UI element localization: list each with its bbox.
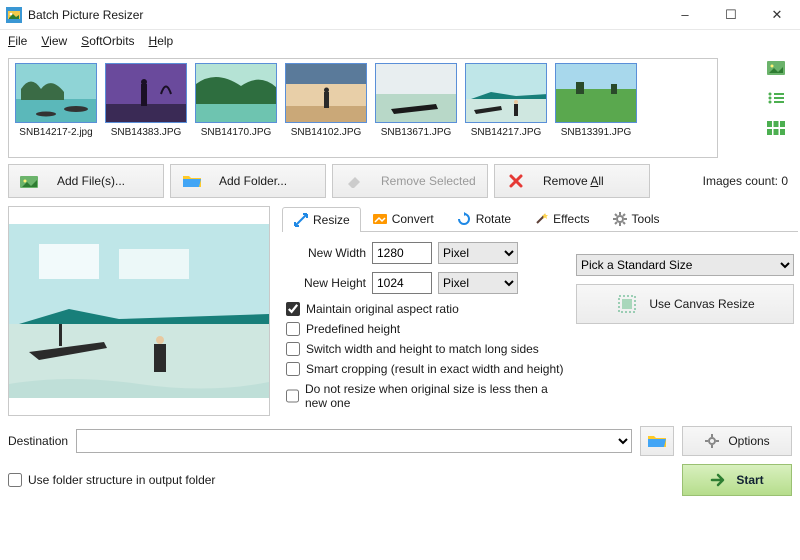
thumbnail-caption: SNB13671.JPG — [381, 127, 452, 138]
thumbnail[interactable]: SNB14102.JPG — [283, 63, 369, 153]
maintain-ratio-label: Maintain original aspect ratio — [306, 302, 459, 316]
use-folder-structure-label: Use folder structure in output folder — [28, 473, 215, 487]
thumbnail-caption: SNB14217.JPG — [471, 127, 542, 138]
tab-rotate[interactable]: Rotate — [445, 206, 522, 231]
window-controls: – ☐ ✕ — [662, 0, 800, 30]
canvas-resize-label: Use Canvas Resize — [649, 297, 754, 311]
view-thumbnails-icon[interactable] — [766, 58, 786, 78]
menu-softorbits[interactable]: SoftOrbits — [81, 34, 134, 48]
minimize-button[interactable]: – — [662, 0, 708, 30]
options-label: Options — [728, 434, 769, 448]
add-files-icon — [13, 173, 47, 189]
convert-icon — [372, 211, 388, 227]
new-width-input[interactable] — [372, 242, 432, 264]
wand-icon — [533, 211, 549, 227]
arrow-right-icon — [710, 472, 726, 488]
switch-wh-label: Switch width and height to match long si… — [306, 342, 539, 356]
height-unit-select[interactable]: Pixel — [438, 272, 518, 294]
thumbnail[interactable]: SNB14217.JPG — [463, 63, 549, 153]
app-icon — [6, 7, 22, 23]
tab-convert-label: Convert — [392, 212, 434, 226]
thumbnail[interactable]: SNB14217-2.jpg — [13, 63, 99, 153]
remove-selected-label: Remove Selected — [381, 174, 476, 188]
width-unit-select[interactable]: Pixel — [438, 242, 518, 264]
new-height-label: New Height — [286, 276, 366, 290]
start-label: Start — [736, 473, 763, 487]
gear-icon — [612, 211, 628, 227]
new-height-input[interactable] — [372, 272, 432, 294]
switch-wh-checkbox[interactable] — [286, 342, 300, 356]
no-resize-smaller-checkbox[interactable] — [286, 389, 299, 403]
tab-effects[interactable]: Effects — [522, 206, 600, 231]
window-title: Batch Picture Resizer — [28, 8, 662, 22]
destination-select[interactable] — [76, 429, 632, 453]
new-width-label: New Width — [286, 246, 366, 260]
toolbar: Add File(s)... Add Folder... Remove Sele… — [8, 164, 792, 198]
footer-row: Use folder structure in output folder St… — [8, 464, 792, 496]
main-area: Resize Convert Rotate Effects Tools — [8, 206, 792, 416]
images-count-label: Images count: 0 — [703, 174, 792, 188]
add-files-label: Add File(s)... — [57, 174, 125, 188]
remove-selected-button[interactable]: Remove Selected — [332, 164, 488, 198]
rotate-icon — [456, 211, 472, 227]
view-grid-icon[interactable] — [766, 118, 786, 138]
thumbnail-caption: SNB13391.JPG — [561, 127, 632, 138]
menu-help[interactable]: Help — [149, 34, 174, 48]
browse-destination-button[interactable] — [640, 426, 674, 456]
use-folder-structure-checkbox[interactable] — [8, 473, 22, 487]
canvas-icon — [615, 294, 639, 314]
resize-icon — [293, 212, 309, 228]
tab-rotate-label: Rotate — [476, 212, 511, 226]
destination-label: Destination — [8, 434, 68, 448]
standard-size-select[interactable]: Pick a Standard Size — [576, 254, 794, 276]
folder-icon — [175, 173, 209, 189]
canvas-resize-button[interactable]: Use Canvas Resize — [576, 284, 794, 324]
settings-panel: Resize Convert Rotate Effects Tools — [282, 206, 798, 416]
menu-file[interactable]: File — [8, 34, 27, 48]
gear-icon — [704, 433, 720, 449]
add-files-button[interactable]: Add File(s)... — [8, 164, 164, 198]
menu-bar: File View SoftOrbits Help — [0, 30, 800, 52]
thumbnail[interactable]: SNB13671.JPG — [373, 63, 459, 153]
no-resize-smaller-label: Do not resize when original size is less… — [305, 382, 566, 410]
maintain-ratio-checkbox[interactable] — [286, 302, 300, 316]
eraser-icon — [337, 174, 371, 188]
smart-crop-checkbox[interactable] — [286, 362, 300, 376]
preview-box — [8, 206, 270, 416]
preview-image — [9, 224, 269, 398]
tab-resize-label: Resize — [313, 213, 350, 227]
thumbnail[interactable]: SNB14383.JPG — [103, 63, 189, 153]
thumbnail-strip: SNB14217-2.jpg SNB14383.JPG SNB14170.JPG SN… — [8, 58, 718, 158]
add-folder-button[interactable]: Add Folder... — [170, 164, 326, 198]
x-icon — [499, 173, 533, 189]
close-button[interactable]: ✕ — [754, 0, 800, 30]
thumbnail[interactable]: SNB13391.JPG — [553, 63, 639, 153]
tab-resize[interactable]: Resize — [282, 207, 361, 232]
tab-convert[interactable]: Convert — [361, 206, 445, 231]
thumbnail-caption: SNB14170.JPG — [201, 127, 272, 138]
remove-all-label: Remove All — [543, 174, 604, 188]
thumbnail-caption: SNB14217-2.jpg — [19, 127, 92, 138]
smart-crop-label: Smart cropping (result in exact width an… — [306, 362, 563, 376]
maximize-button[interactable]: ☐ — [708, 0, 754, 30]
menu-view[interactable]: View — [41, 34, 67, 48]
remove-all-button[interactable]: Remove All — [494, 164, 650, 198]
thumbnail-caption: SNB14102.JPG — [291, 127, 362, 138]
tab-effects-label: Effects — [553, 212, 589, 226]
predefined-height-checkbox[interactable] — [286, 322, 300, 336]
add-folder-label: Add Folder... — [219, 174, 287, 188]
predefined-height-label: Predefined height — [306, 322, 400, 336]
thumbnail[interactable]: SNB14170.JPG — [193, 63, 279, 153]
thumbnail-caption: SNB14383.JPG — [111, 127, 182, 138]
tab-tools[interactable]: Tools — [601, 206, 671, 231]
start-button[interactable]: Start — [682, 464, 792, 496]
options-button[interactable]: Options — [682, 426, 792, 456]
folder-open-icon — [647, 433, 667, 449]
view-list-icon[interactable] — [766, 88, 786, 108]
tab-bar: Resize Convert Rotate Effects Tools — [282, 206, 798, 232]
title-bar: Batch Picture Resizer – ☐ ✕ — [0, 0, 800, 30]
tab-tools-label: Tools — [632, 212, 660, 226]
destination-row: Destination Options — [8, 426, 792, 456]
